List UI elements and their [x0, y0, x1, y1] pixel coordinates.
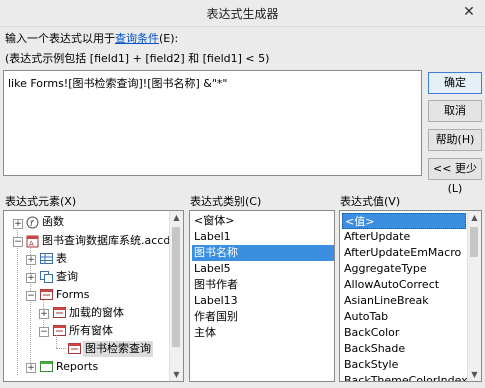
expression-input[interactable]: like Forms![图书检索查询]![图书名称] &"*": [3, 70, 422, 176]
list-item[interactable]: <窗体>: [192, 213, 334, 229]
form-icon: [68, 343, 81, 354]
list-item[interactable]: AllowAutoCorrect: [342, 277, 468, 293]
tree-item-queries[interactable]: 查询: [56, 269, 78, 285]
scroll-thumb[interactable]: [172, 227, 180, 347]
list-item[interactable]: BackThemeColorIndex: [342, 373, 468, 381]
values-list[interactable]: <值> AfterUpdate AfterUpdateEmMacro Aggre…: [339, 210, 482, 382]
tree-item-functions[interactable]: 函数: [42, 214, 64, 230]
prompt-text: 输入一个表达式以用于: [5, 32, 115, 45]
list-item[interactable]: BackStyle: [342, 357, 468, 373]
window-title: 表达式生成器: [206, 7, 279, 21]
collapse-icon[interactable]: −: [26, 291, 36, 301]
function-icon: f: [26, 216, 39, 229]
list-item-selected[interactable]: 图书名称: [192, 245, 334, 261]
expand-icon[interactable]: +: [26, 255, 36, 265]
cancel-button[interactable]: 取消: [428, 100, 482, 122]
elements-scrollbar[interactable]: ▲ ▼: [169, 211, 183, 381]
list-item[interactable]: 主体: [192, 325, 334, 341]
tree-item-forms[interactable]: Forms: [56, 287, 89, 303]
tree-item-tables[interactable]: 表: [56, 251, 67, 267]
elements-tree[interactable]: + f 函数 − A 图书查询数据库系统.accdb + 表 + 查询 − Fo…: [3, 210, 184, 382]
scroll-down-icon[interactable]: ▼: [170, 368, 183, 381]
expression-prompt: 输入一个表达式以用于查询条件(E):: [5, 30, 178, 46]
list-item[interactable]: AggregateType: [342, 261, 468, 277]
expression-text: like Forms![图书检索查询]![图书名称] &"*": [8, 77, 228, 90]
report-icon: [40, 361, 53, 372]
elements-label: 表达式元素(X): [5, 195, 77, 208]
values-label: 表达式值(V): [340, 195, 401, 208]
list-item[interactable]: AfterUpdateEmMacro: [342, 245, 468, 261]
values-scrollbar[interactable]: ▲ ▼: [467, 211, 481, 381]
expand-icon[interactable]: +: [13, 219, 23, 229]
expand-icon[interactable]: +: [26, 363, 36, 373]
ok-button[interactable]: 确定: [428, 72, 482, 94]
scroll-thumb[interactable]: [470, 227, 478, 257]
list-item[interactable]: Label1: [192, 229, 334, 245]
expand-icon[interactable]: +: [26, 273, 36, 283]
scroll-up-icon[interactable]: ▲: [468, 211, 481, 224]
list-item[interactable]: 图书作者: [192, 277, 334, 293]
close-icon[interactable]: ✕: [459, 3, 479, 21]
query-criteria-link[interactable]: 查询条件: [115, 32, 159, 45]
title-bar: 表达式生成器 ✕: [0, 0, 485, 27]
form-icon: [53, 307, 66, 318]
tree-item-loaded-forms[interactable]: 加载的窗体: [69, 305, 124, 321]
expand-icon[interactable]: +: [39, 309, 49, 319]
form-icon: [40, 289, 53, 300]
prompt-suffix: (E):: [159, 32, 179, 45]
list-item[interactable]: BackShade: [342, 341, 468, 357]
query-icon: [40, 271, 53, 283]
database-icon: A: [26, 235, 39, 248]
list-item[interactable]: Label5: [192, 261, 334, 277]
tree-item-book-search-query[interactable]: 图书检索查询: [83, 341, 153, 357]
example-text: (表达式示例包括 [field1] + [field2] 和 [field1] …: [5, 52, 270, 65]
tree-item-reports[interactable]: Reports: [56, 359, 98, 375]
collapse-icon[interactable]: −: [39, 327, 49, 337]
scroll-up-icon[interactable]: ▲: [170, 211, 183, 224]
tree-item-all-forms[interactable]: 所有窗体: [69, 323, 113, 339]
form-icon: [53, 325, 66, 336]
list-item[interactable]: AsianLineBreak: [342, 293, 468, 309]
less-button[interactable]: << 更少(L): [428, 158, 482, 195]
list-item[interactable]: BackColor: [342, 325, 468, 341]
help-button[interactable]: 帮助(H): [428, 129, 482, 151]
list-item[interactable]: 作者国别: [192, 309, 334, 325]
list-item[interactable]: AfterUpdate: [342, 229, 468, 245]
categories-label: 表达式类别(C): [190, 195, 262, 208]
scroll-down-icon[interactable]: ▼: [468, 368, 481, 381]
categories-list[interactable]: <窗体> Label1 图书名称 Label5 图书作者 Label13 作者国…: [189, 210, 335, 382]
list-item[interactable]: AutoTab: [342, 309, 468, 325]
svg-text:A: A: [29, 240, 34, 248]
tree-item-database[interactable]: 图书查询数据库系统.accdb: [42, 233, 177, 249]
collapse-icon[interactable]: −: [13, 237, 23, 247]
list-item[interactable]: Label13: [192, 293, 334, 309]
list-item-selected[interactable]: <值>: [342, 213, 466, 229]
table-icon: [40, 253, 53, 264]
